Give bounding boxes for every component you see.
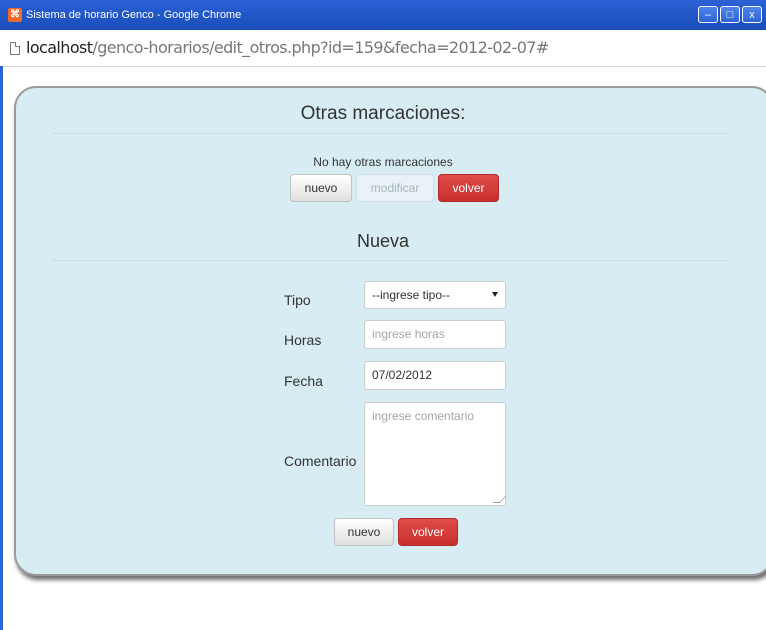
- nuevo-button[interactable]: nuevo: [290, 174, 352, 202]
- close-icon[interactable]: x: [742, 6, 762, 23]
- horas-input[interactable]: ingrese horas: [364, 320, 506, 349]
- tipo-selected-value: --ingrese tipo--: [372, 288, 451, 302]
- maximize-icon[interactable]: □: [720, 6, 740, 23]
- divider: [52, 260, 728, 261]
- fecha-input[interactable]: 07/02/2012: [364, 361, 506, 390]
- volver-form-button[interactable]: volver: [398, 518, 458, 546]
- page-icon: [10, 42, 20, 55]
- url-host: localhost: [26, 38, 93, 57]
- tipo-select[interactable]: --ingrese tipo--: [364, 281, 506, 309]
- tipo-label: Tipo: [284, 292, 311, 308]
- volver-button[interactable]: volver: [438, 174, 499, 202]
- nuevo-submit-button[interactable]: nuevo: [334, 518, 394, 546]
- comentario-placeholder: ingrese comentario: [372, 409, 475, 423]
- window-border: [0, 66, 3, 630]
- comentario-textarea[interactable]: ingrese comentario: [364, 402, 507, 506]
- window-title: Sistema de horario Genco - Google Chrome: [26, 9, 242, 21]
- window-titlebar: ⌘ Sistema de horario Genco - Google Chro…: [0, 0, 766, 30]
- comentario-label: Comentario: [284, 453, 357, 469]
- nueva-heading: Nueva: [356, 231, 410, 251]
- url-path: /genco-horarios/edit_otros.php?id=159&fe…: [92, 38, 549, 57]
- grid-app-icon: ⌘: [8, 8, 22, 22]
- otras-heading: Otras marcaciones:: [300, 103, 466, 124]
- address-bar[interactable]: localhost/genco-horarios/edit_otros.php?…: [0, 30, 766, 67]
- horas-label: Horas: [284, 332, 322, 348]
- resize-handle-icon[interactable]: [492, 496, 507, 503]
- minimize-icon[interactable]: –: [698, 6, 718, 23]
- url-text[interactable]: localhost/genco-horarios/edit_otros.php?…: [26, 38, 549, 57]
- modificar-button[interactable]: modificar: [356, 174, 434, 202]
- fecha-label: Fecha: [284, 373, 323, 389]
- empty-message: No hay otras marcaciones: [313, 155, 453, 169]
- divider: [52, 133, 728, 134]
- chevron-down-icon: [492, 292, 498, 297]
